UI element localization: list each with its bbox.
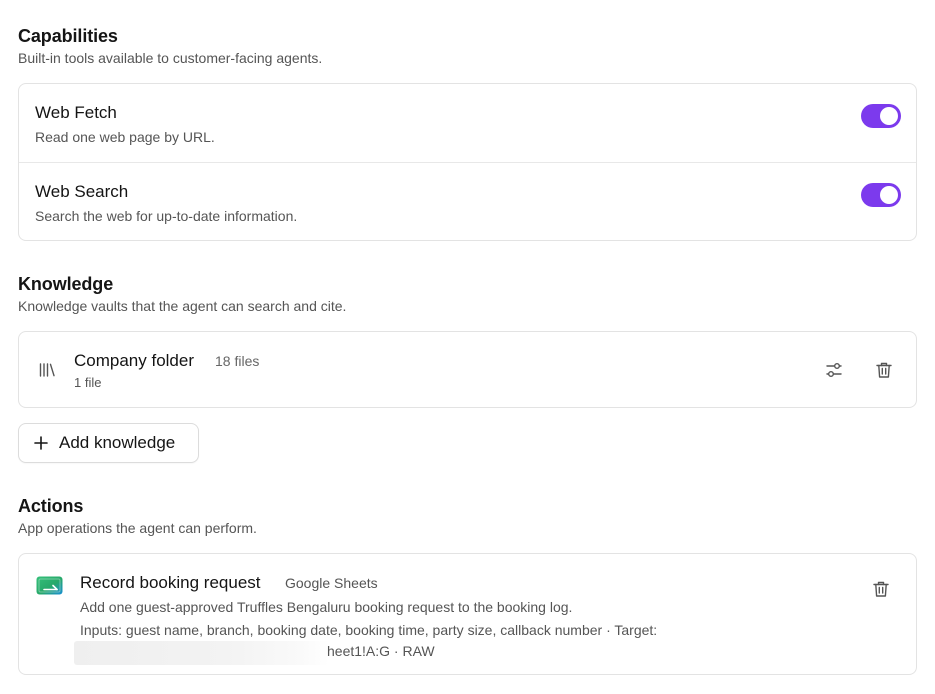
action-inputs: Inputs: guest name, branch, booking date… [80, 622, 658, 638]
web-fetch-toggle[interactable] [861, 104, 901, 128]
capability-title: Web Search [35, 182, 129, 201]
library-icon [39, 363, 55, 377]
trash-icon [876, 362, 892, 378]
action-target-text: heet1!A:G · RAW [327, 643, 435, 659]
redacted-region [74, 641, 329, 665]
toggle-knob [880, 107, 898, 125]
vault-file-count: 18 files [215, 353, 260, 369]
capabilities-heading: Capabilities [18, 26, 118, 46]
vault-name: Company folder [74, 351, 195, 370]
vault-settings-button[interactable] [823, 359, 845, 381]
capability-description: Read one web page by URL. [35, 129, 215, 145]
vault-subtitle: 1 file [74, 375, 102, 390]
action-app-name: Google Sheets [285, 575, 378, 591]
add-knowledge-label: Add knowledge [59, 433, 176, 452]
capability-description: Search the web for up-to-date informatio… [35, 208, 298, 224]
actions-description: App operations the agent can perform. [18, 520, 257, 536]
add-knowledge-button[interactable]: Add knowledge [18, 423, 199, 463]
capability-title: Web Fetch [35, 103, 117, 122]
action-delete-button[interactable] [870, 578, 892, 600]
action-name: Record booking request [80, 573, 261, 592]
sliders-icon [826, 363, 842, 377]
capability-row-web-search: Web Search Search the web for up-to-date… [19, 162, 916, 240]
vault-delete-button[interactable] [873, 359, 895, 381]
google-sheets-icon [36, 576, 63, 595]
web-search-toggle[interactable] [861, 183, 901, 207]
capabilities-description: Built-in tools available to customer-fac… [18, 50, 323, 66]
capability-row-web-fetch: Web Fetch Read one web page by URL. [19, 84, 916, 162]
action-target: heet1!A:G · RAW [74, 641, 460, 665]
actions-heading: Actions [18, 496, 84, 516]
toggle-knob [880, 186, 898, 204]
knowledge-vault-card: Company folder 18 files 1 file [18, 331, 917, 408]
knowledge-description: Knowledge vaults that the agent can sear… [18, 298, 347, 314]
action-description: Add one guest-approved Truffles Bengalur… [80, 599, 573, 615]
capabilities-card: Web Fetch Read one web page by URL. Web … [18, 83, 917, 241]
plus-icon [34, 436, 48, 450]
trash-icon [873, 581, 889, 597]
action-card: Record booking request Google Sheets Add… [18, 553, 917, 675]
knowledge-heading: Knowledge [18, 274, 114, 294]
